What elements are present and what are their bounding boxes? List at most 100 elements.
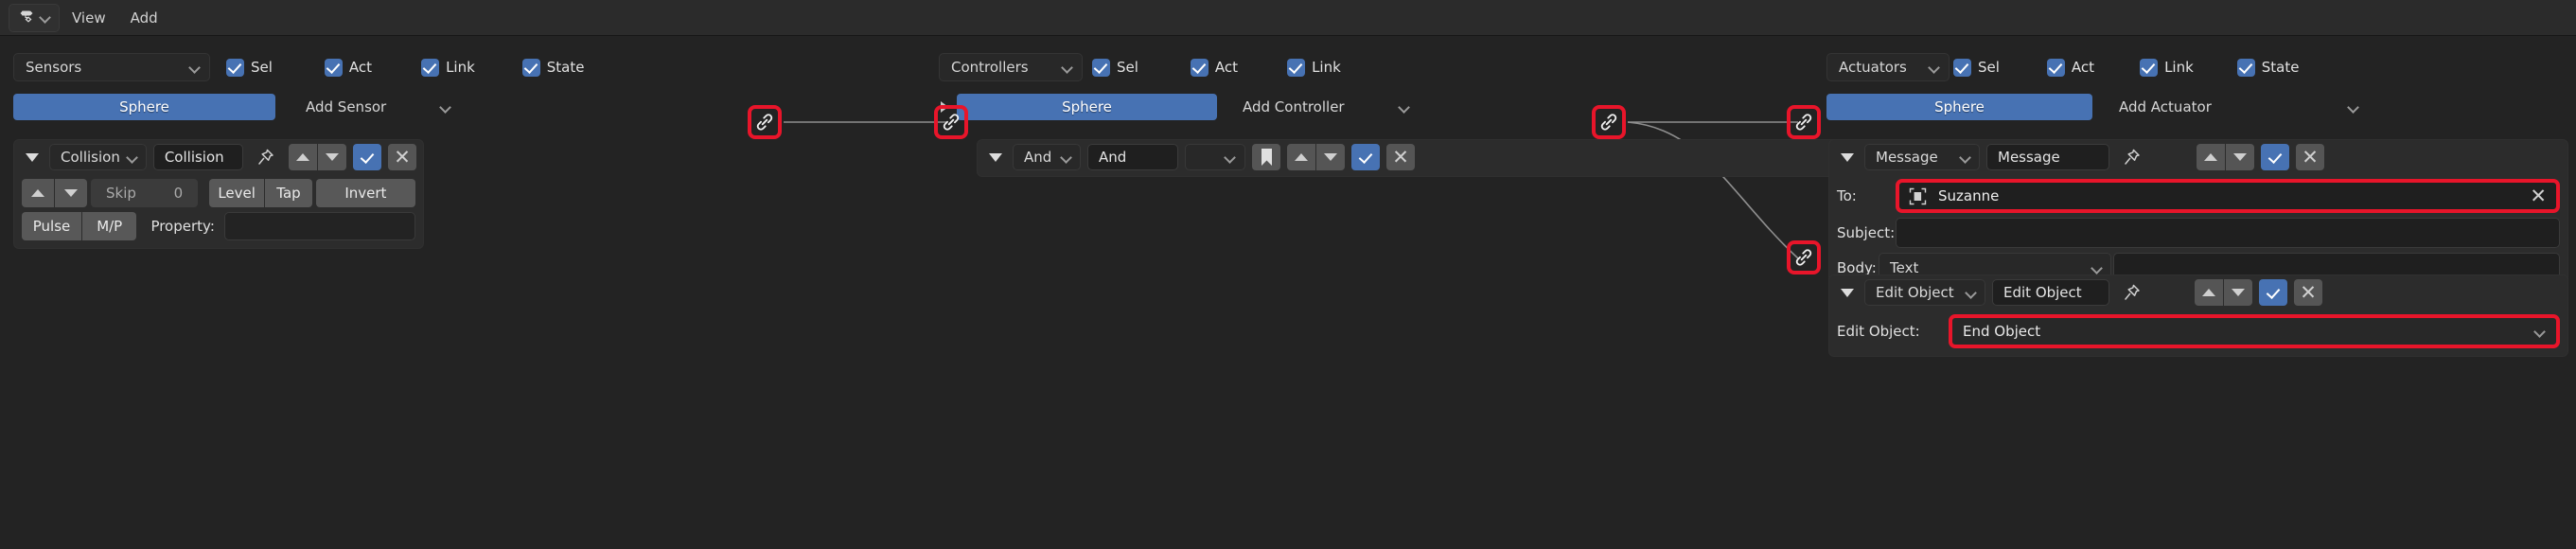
sensor-freq-up-button[interactable]: [22, 179, 54, 207]
edit-object-actuator-input-link-socket[interactable]: [1787, 240, 1821, 274]
sensors-filter-act[interactable]: Act: [324, 58, 372, 77]
controllers-filter-link[interactable]: Link: [1287, 58, 1341, 77]
sensor-output-link-socket[interactable]: [748, 105, 782, 139]
actuators-column: Actuators Sel Act Link State Sphere Add …: [1826, 36, 2565, 120]
sensors-object-name[interactable]: Sphere: [13, 94, 275, 120]
controller-state-dropdown[interactable]: [1185, 144, 1245, 170]
sensor-property-field[interactable]: [223, 212, 415, 240]
sensors-filter-link-label: Link: [446, 59, 475, 76]
edit-object-actuator-delete-button[interactable]: ✕: [2294, 279, 2322, 306]
edit-object-mode-dropdown[interactable]: End Object: [1949, 314, 2560, 348]
collapse-triangle-down-icon[interactable]: [989, 152, 1002, 162]
add-controller-button[interactable]: Add Controller: [1229, 94, 1423, 120]
sensor-delete-button[interactable]: ✕: [388, 144, 416, 170]
controller-name-field[interactable]: And: [1087, 144, 1178, 170]
message-actuator-name-field[interactable]: Message: [1986, 144, 2109, 170]
actuators-object-name[interactable]: Sphere: [1826, 94, 2092, 120]
controllers-column: Controllers Sel Act Link Sphere Add Cont…: [939, 36, 1544, 120]
actuators-filter-act-checkbox[interactable]: [2046, 58, 2065, 77]
controllers-filter-act[interactable]: Act: [1190, 58, 1238, 77]
controller-type-dropdown[interactable]: And: [1013, 144, 1081, 170]
add-actuator-button[interactable]: Add Actuator: [2106, 94, 2373, 120]
collapse-triangle-down-icon[interactable]: [1841, 288, 1854, 297]
sensor-invert-button[interactable]: Invert: [315, 179, 415, 207]
pin-icon[interactable]: [2116, 279, 2148, 306]
sensors-filter-act-checkbox[interactable]: [324, 58, 343, 77]
controller-output-link-socket[interactable]: [1592, 105, 1626, 139]
top-menu-bar: View Add: [0, 0, 2576, 36]
message-to-clear-button[interactable]: ✕: [2530, 186, 2547, 206]
edit-object-actuator-name-field[interactable]: Edit Object: [1992, 279, 2109, 306]
edit-object-row: Edit Object: End Object: [1837, 314, 2560, 348]
edit-object-actuator-type-dropdown[interactable]: Edit Object: [1864, 279, 1985, 306]
controllers-filter-sel-checkbox[interactable]: [1092, 58, 1110, 77]
message-actuator-enable-checkbox[interactable]: [2261, 144, 2289, 170]
pin-icon[interactable]: [2116, 144, 2148, 170]
menu-add[interactable]: Add: [118, 4, 170, 32]
sensor-freq-down-button[interactable]: [55, 179, 87, 207]
sensor-enable-checkbox[interactable]: [353, 144, 381, 170]
actuators-header-row: Actuators Sel Act Link State: [1826, 53, 2565, 81]
controllers-filter-sel[interactable]: Sel: [1092, 58, 1138, 77]
menu-view[interactable]: View: [60, 4, 118, 32]
collapse-triangle-down-icon[interactable]: [1841, 152, 1854, 162]
controller-input-link-socket[interactable]: [934, 105, 968, 139]
editor-type-button[interactable]: [9, 3, 60, 32]
add-sensor-button[interactable]: Add Sensor: [292, 94, 465, 120]
actuators-filter-state-checkbox[interactable]: [2236, 58, 2255, 77]
sensor-type-dropdown[interactable]: Collision: [49, 144, 147, 170]
sensor-skip-field[interactable]: Skip 0: [91, 179, 199, 207]
actuators-filter-link-checkbox[interactable]: [2140, 58, 2159, 77]
actuators-filter-state[interactable]: State: [2236, 58, 2300, 77]
controller-delete-button[interactable]: ✕: [1386, 144, 1415, 170]
controller-move-down-button[interactable]: [1316, 144, 1345, 170]
sensors-filter-link[interactable]: Link: [421, 58, 475, 77]
actuators-filter-act-label: Act: [2071, 59, 2095, 76]
link-icon: [1795, 114, 1812, 131]
chevron-down-icon: [1400, 102, 1410, 113]
link-icon: [1600, 114, 1617, 131]
controller-move-up-button[interactable]: [1287, 144, 1315, 170]
edit-object-actuator-move-buttons: [2195, 279, 2252, 306]
sensor-move-up-button[interactable]: [289, 144, 317, 170]
message-actuator-input-link-socket[interactable]: [1787, 105, 1821, 139]
sensors-filter-link-checkbox[interactable]: [421, 58, 440, 77]
edit-object-actuator-move-down-button[interactable]: [2224, 279, 2252, 306]
pin-icon[interactable]: [250, 144, 282, 170]
sensor-mp-button[interactable]: M/P: [82, 212, 137, 240]
actuators-filter-sel-checkbox[interactable]: [1953, 58, 1971, 77]
sensors-filter-sel-checkbox[interactable]: [226, 58, 244, 77]
actuators-filter-sel[interactable]: Sel: [1953, 58, 2000, 77]
edit-object-actuator-enable-checkbox[interactable]: [2259, 279, 2287, 306]
message-subject-field[interactable]: [1896, 218, 2560, 248]
controller-enable-checkbox[interactable]: [1351, 144, 1380, 170]
collapse-triangle-down-icon[interactable]: [26, 152, 39, 162]
sensor-pulse-button[interactable]: Pulse: [22, 212, 81, 240]
sensors-filter-sel[interactable]: Sel: [226, 58, 273, 77]
sensors-filter-state-checkbox[interactable]: [521, 58, 540, 77]
controllers-type-select[interactable]: Controllers: [939, 53, 1083, 81]
message-to-field[interactable]: Suzanne ✕: [1896, 179, 2560, 213]
message-actuator-move-down-button[interactable]: [2226, 144, 2254, 170]
actuators-type-select[interactable]: Actuators: [1826, 53, 1950, 81]
actuators-filter-link[interactable]: Link: [2140, 58, 2194, 77]
sensor-level-button[interactable]: Level: [209, 179, 265, 207]
controllers-object-name[interactable]: Sphere: [957, 94, 1217, 120]
link-icon: [943, 114, 960, 131]
edit-object-actuator-move-up-button[interactable]: [2195, 279, 2223, 306]
message-to-row: To: Suzanne ✕: [1837, 179, 2560, 213]
edit-object-actuator-type-label: Edit Object: [1876, 284, 1954, 301]
sensor-move-down-button[interactable]: [318, 144, 346, 170]
add-actuator-label: Add Actuator: [2119, 98, 2212, 115]
sensor-name-field[interactable]: Collision: [152, 144, 243, 170]
actuators-filter-act[interactable]: Act: [2046, 58, 2095, 77]
message-actuator-delete-button[interactable]: ✕: [2296, 144, 2324, 170]
controller-priority-bookmark-button[interactable]: [1252, 144, 1280, 170]
controllers-filter-act-checkbox[interactable]: [1190, 58, 1209, 77]
sensors-type-select[interactable]: Sensors: [13, 53, 210, 81]
controllers-filter-link-checkbox[interactable]: [1287, 58, 1306, 77]
message-actuator-move-up-button[interactable]: [2197, 144, 2225, 170]
sensors-filter-state[interactable]: State: [521, 58, 585, 77]
message-actuator-type-dropdown[interactable]: Message: [1864, 144, 1980, 170]
sensor-tap-button[interactable]: Tap: [265, 179, 312, 207]
